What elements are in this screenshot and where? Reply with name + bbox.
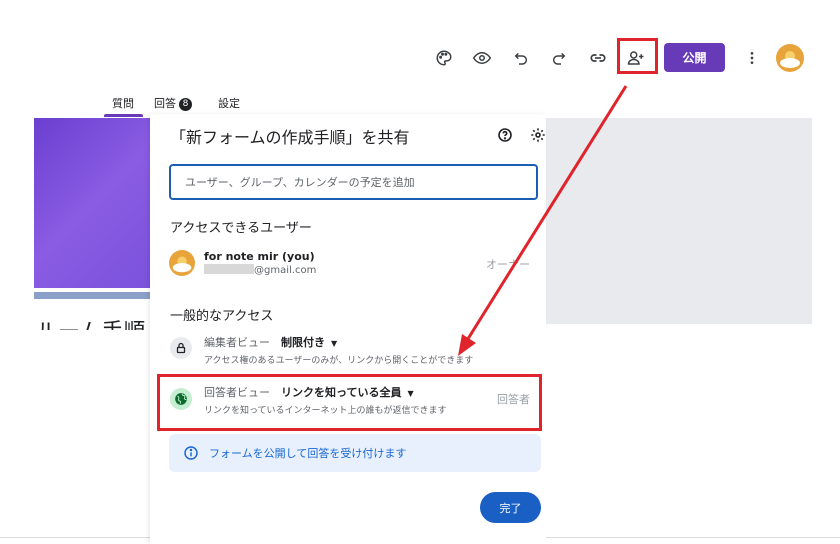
annotation-arrow [458, 85, 628, 356]
